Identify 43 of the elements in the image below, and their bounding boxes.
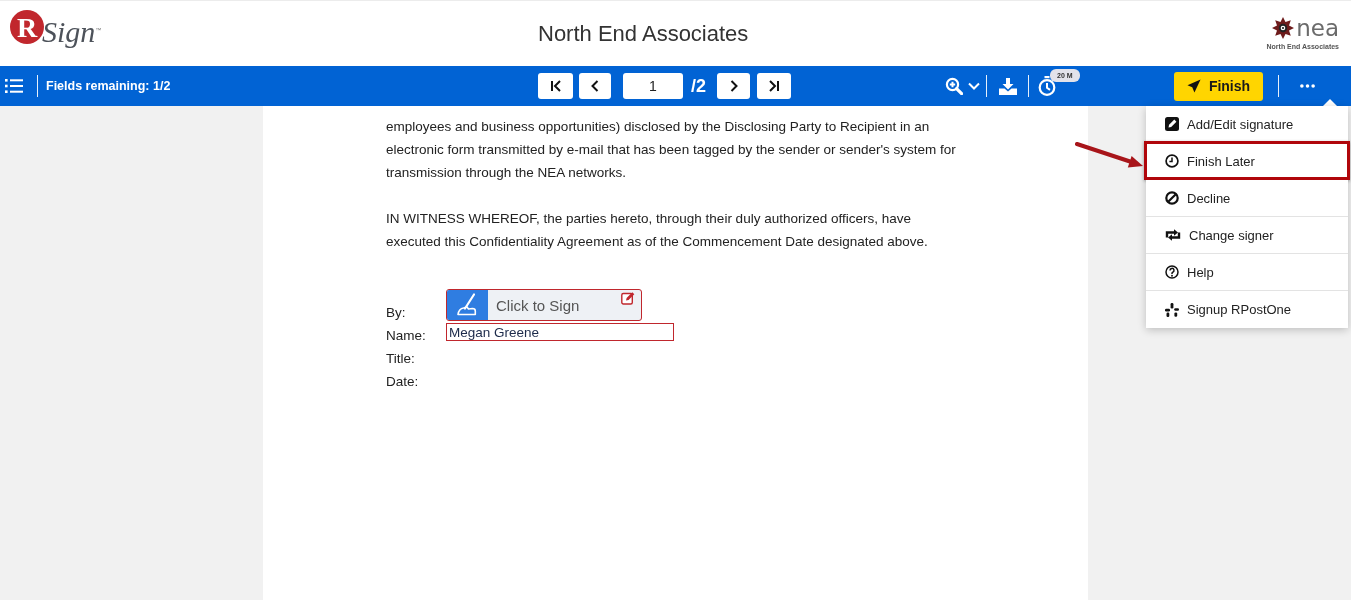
logo-wordmark: Sign: [42, 16, 96, 48]
hand-pen-icon: [447, 290, 488, 320]
paragraph: employees and business opportunities) disclosed by the Disclosing Party to Recipient in an electronic form transmitted by e-mail that has been tagged by the sender or sender's system for transmission through the NEA networks.: [386, 118, 957, 182]
menu-item[interactable]: Help: [1146, 254, 1348, 291]
first-page-icon: [549, 80, 562, 92]
menu-item[interactable]: Change signer: [1146, 217, 1348, 254]
page-input[interactable]: 1: [623, 73, 683, 99]
last-page-icon: [768, 80, 780, 92]
paragraph: IN WITNESS WHEREOF, the parties hereto, through their duly authorized officers, have executed this Confidentiality Agreement as of the Commencement Date designated above.: [386, 210, 929, 251]
zoom-in-icon[interactable]: [945, 77, 963, 95]
pencil-square-icon: [1165, 117, 1179, 131]
name-field[interactable]: Megan Greene: [446, 323, 674, 341]
sign-field[interactable]: Click to Sign: [446, 289, 642, 321]
page-title: North End Associates: [538, 19, 750, 48]
menu-item[interactable]: Decline: [1146, 180, 1348, 217]
help-icon: [1165, 265, 1179, 279]
field-label: Date:: [386, 373, 420, 391]
finish-button[interactable]: Finish: [1174, 71, 1263, 101]
repeat-icon: [1165, 228, 1181, 242]
field-label: Title:: [386, 350, 416, 368]
menu-item[interactable]: Signup RPostOne: [1146, 291, 1348, 328]
last-page-button[interactable]: [757, 73, 791, 99]
edit-icon[interactable]: [621, 291, 635, 305]
menu-icon[interactable]: [5, 78, 23, 94]
more-icon[interactable]: [1300, 84, 1315, 88]
ban-icon: [1165, 191, 1179, 205]
previous-page-button[interactable]: [579, 73, 611, 99]
client-logo-name: nea: [1296, 15, 1339, 40]
page-total: /2: [691, 75, 706, 97]
sunburst-icon: [1271, 15, 1296, 40]
caret-icon[interactable]: [968, 82, 980, 90]
chevron-left-icon: [589, 80, 601, 92]
next-page-button[interactable]: [717, 73, 750, 99]
stopwatch-icon[interactable]: [1038, 76, 1056, 96]
menu-item[interactable]: Add/Edit signature: [1146, 106, 1348, 143]
clock-icon: [1165, 154, 1179, 168]
send-icon: [1186, 79, 1201, 93]
fields-remaining: Fields remaining: 1/2: [46, 79, 171, 93]
first-page-button[interactable]: [538, 73, 573, 99]
field-label: Name:: [386, 327, 427, 345]
burst-icon: [1165, 302, 1179, 317]
field-label: By:: [386, 304, 407, 322]
download-icon[interactable]: [999, 77, 1017, 95]
